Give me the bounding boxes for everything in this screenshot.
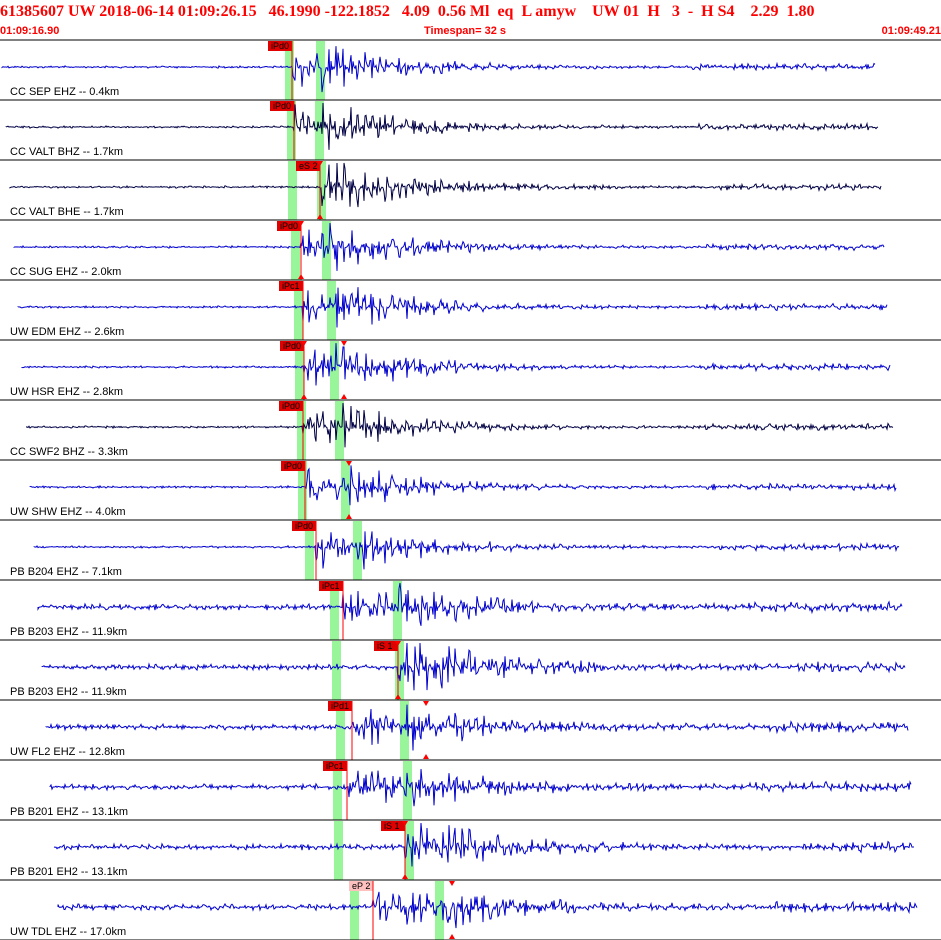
pick-label: iS 1	[384, 821, 400, 831]
waveform-trace	[13, 222, 885, 271]
channel-label: PB B203 EH2 -- 11.9km	[10, 686, 127, 698]
waveform-trace	[25, 402, 894, 448]
pick-top-marker[interactable]	[423, 701, 429, 706]
pick-label: iPd0	[284, 461, 302, 471]
channel-row[interactable]: iS 1	[0, 641, 941, 701]
waveform-trace	[49, 769, 912, 807]
channel-label: CC SEP EHZ -- 0.4km	[10, 86, 120, 98]
pick-label: iPd0	[273, 101, 291, 111]
channel-label: CC SUG EHZ -- 2.0km	[10, 266, 122, 278]
channel-row[interactable]: iPd0	[0, 461, 941, 521]
pick-bottom-marker[interactable]	[449, 934, 455, 939]
channel-label: UW FL2 EHZ -- 12.8km	[10, 746, 125, 758]
channel-label: PB B201 EH2 -- 13.1km	[10, 866, 128, 878]
seismogram-panel[interactable]: iPd0 iPd0 eS 2 iPd0 iPc1 iPd0 iPd0 iPd0 iPd0 iPc1…	[0, 0, 941, 940]
pick-label: iPd0	[295, 521, 313, 531]
pick-bottom-marker[interactable]	[341, 394, 347, 399]
pick-label: iS 1	[377, 641, 393, 651]
waveform-trace	[29, 465, 897, 506]
pick-top-marker[interactable]	[341, 341, 347, 346]
pick-label: iPc1	[326, 761, 344, 771]
waveform-trace	[53, 822, 914, 867]
channel-row[interactable]: iPd0	[0, 401, 941, 461]
channel-row[interactable]: iPc1	[0, 761, 941, 821]
p-window-band	[288, 161, 297, 220]
channel-row[interactable]: iPd0	[0, 41, 941, 101]
channel-row[interactable]: iPd1	[0, 701, 941, 761]
waveform-trace	[1, 46, 876, 93]
channel-label: PB B203 EHZ -- 11.9km	[10, 626, 128, 638]
channel-row[interactable]: iPd0	[0, 521, 941, 581]
waveform-trace	[45, 704, 909, 751]
channel-row[interactable]: eP 2	[0, 881, 941, 940]
waveform-trace	[21, 343, 891, 386]
pick-label: iPc1	[282, 281, 300, 291]
channel-row[interactable]: iPd0	[0, 221, 941, 281]
channel-label: PB B201 EHZ -- 13.1km	[10, 806, 128, 818]
waveform-trace	[57, 891, 918, 929]
channel-row[interactable]: iPd0	[0, 341, 941, 401]
pick-label: eS 2	[299, 161, 318, 171]
pick-label: iPd0	[283, 341, 301, 351]
s-window-band	[327, 281, 336, 340]
channel-label: UW HSR EHZ -- 2.8km	[10, 386, 124, 398]
waveform-trace	[5, 102, 879, 150]
pick-label: iPd0	[282, 401, 300, 411]
pick-label: iPd1	[331, 701, 349, 711]
waveform-trace	[33, 531, 900, 570]
channel-row[interactable]: eS 2	[0, 161, 941, 221]
channel-label: UW TDL EHZ -- 17.0km	[10, 926, 127, 938]
pick-bottom-marker[interactable]	[423, 754, 429, 759]
channel-row[interactable]: iPc1	[0, 581, 941, 641]
waveform-trace	[37, 582, 903, 626]
pick-top-marker[interactable]	[449, 881, 455, 886]
channel-row[interactable]: iPd0	[0, 101, 941, 161]
pick-label: eP 2	[352, 881, 370, 891]
channel-row[interactable]: iPc1	[0, 281, 941, 341]
p-window-band	[334, 821, 343, 880]
s-window-band	[316, 41, 325, 100]
pick-label: iPd0	[271, 41, 289, 51]
pick-label: iPd0	[280, 221, 298, 231]
channel-label: UW SHW EHZ -- 4.0km	[10, 506, 126, 518]
pick-label: iPc1	[322, 581, 340, 591]
waveform-trace	[9, 162, 882, 208]
channel-label: CC VALT BHE -- 1.7km	[10, 206, 124, 218]
channel-label: PB B204 EHZ -- 7.1km	[10, 566, 122, 578]
channel-label: CC VALT BHZ -- 1.7km	[10, 146, 124, 158]
waveform-trace	[17, 287, 888, 328]
channel-label: UW EDM EHZ -- 2.6km	[10, 326, 125, 338]
p-window-band	[332, 641, 341, 700]
channel-row[interactable]: iS 1	[0, 821, 941, 881]
channel-label: CC SWF2 BHZ -- 3.3km	[10, 446, 128, 458]
waveform-trace	[41, 642, 906, 691]
